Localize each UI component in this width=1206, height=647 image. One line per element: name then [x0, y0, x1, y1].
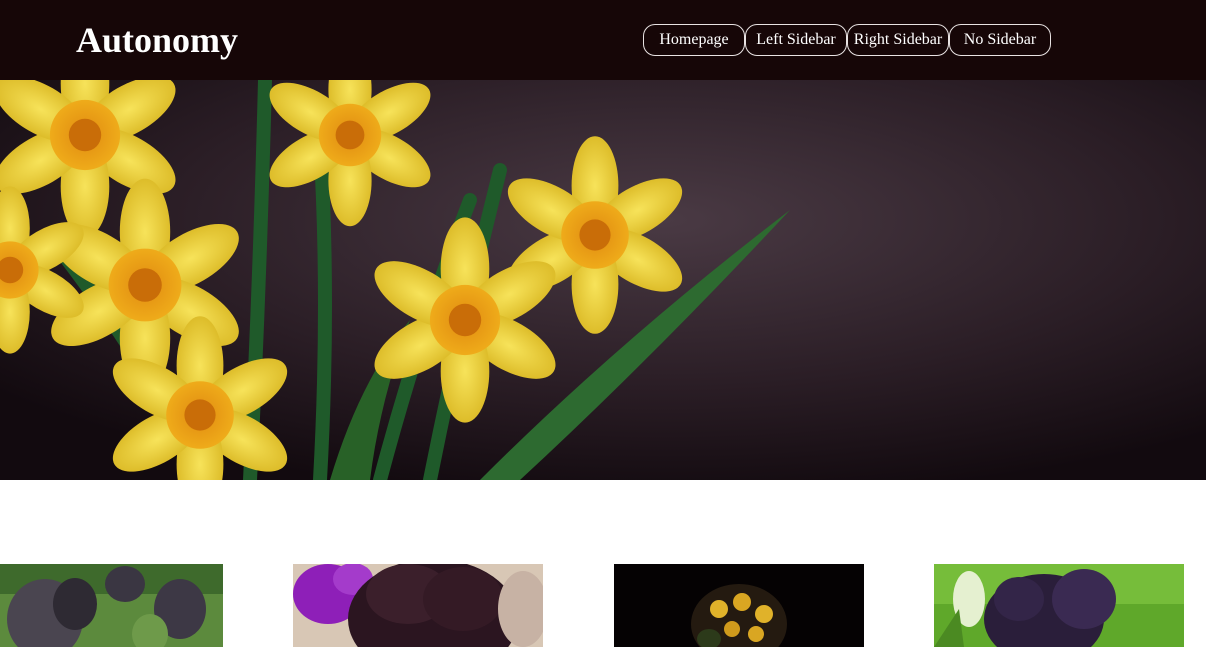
main-nav: Homepage Left Sidebar Right Sidebar No S… — [643, 24, 1051, 56]
nav-homepage-button[interactable]: Homepage — [643, 24, 745, 56]
daffodils-image — [0, 80, 1206, 480]
dark-primula-image — [614, 564, 864, 647]
gallery-image-2[interactable] — [293, 564, 543, 647]
gallery-image-3[interactable] — [614, 564, 864, 647]
gallery-image-1[interactable] — [0, 564, 223, 647]
site-header: Autonomy Homepage Left Sidebar Right Sid… — [0, 0, 1206, 80]
hero-banner-image — [0, 80, 1206, 480]
site-title[interactable]: Autonomy — [76, 18, 238, 62]
dark-pansies-image — [0, 564, 223, 647]
dark-purple-pansy-image — [934, 564, 1184, 647]
nav-no-sidebar-button[interactable]: No Sidebar — [949, 24, 1051, 56]
gallery-image-4[interactable] — [934, 564, 1184, 647]
nav-right-sidebar-button[interactable]: Right Sidebar — [847, 24, 949, 56]
flower-gallery — [0, 564, 1206, 647]
dark-pansy-image — [293, 564, 543, 647]
nav-left-sidebar-button[interactable]: Left Sidebar — [745, 24, 847, 56]
